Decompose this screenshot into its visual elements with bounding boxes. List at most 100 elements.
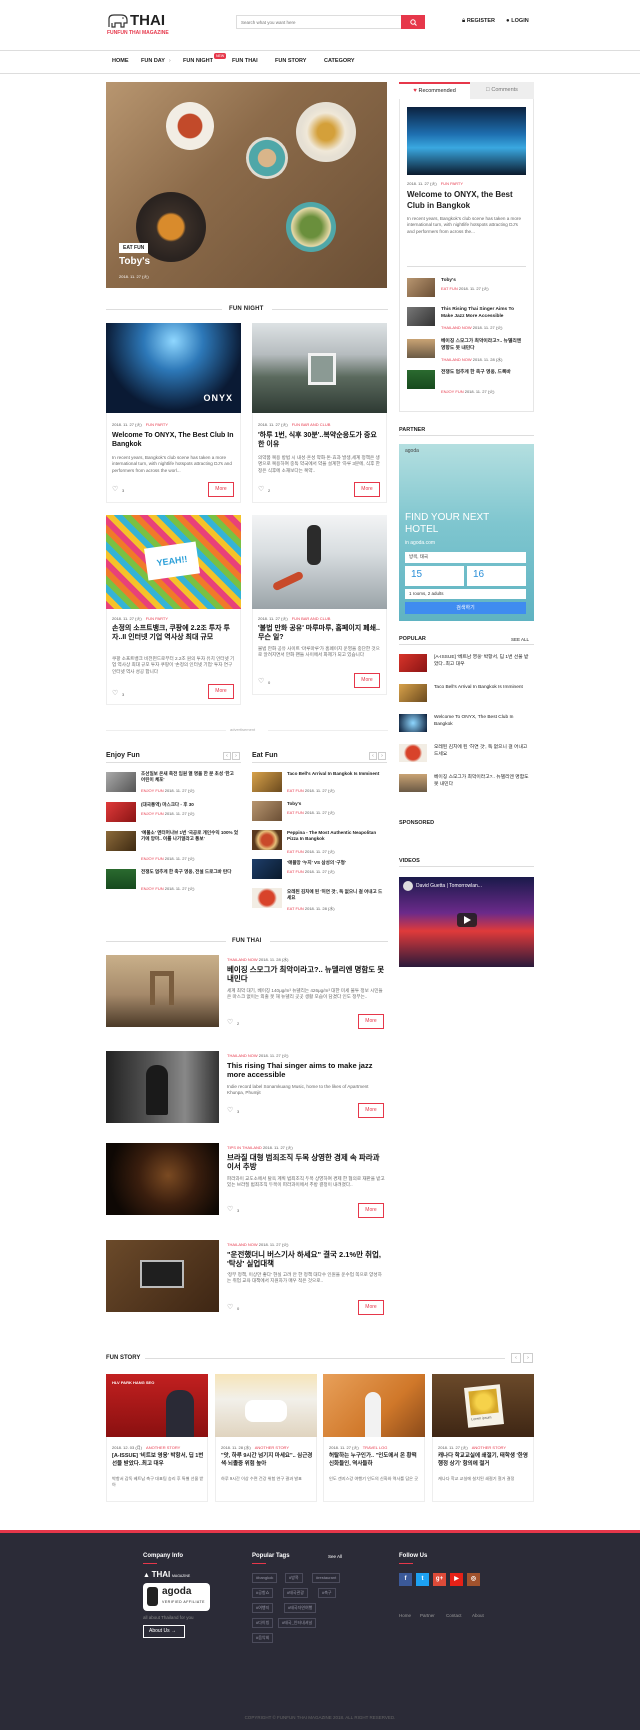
hero-tag[interactable]: EAT FUN (119, 243, 149, 253)
story-image[interactable] (215, 1374, 317, 1437)
list-thumb[interactable] (252, 888, 282, 908)
article-title[interactable]: 브라질 대형 범죄조직 두목 상영한 경제 속 파라과이서 추방 (227, 1153, 385, 1171)
article-title[interactable]: Welcome To ONYX, The Best Club In Bangko… (112, 431, 237, 449)
agoda-affiliate-badge[interactable]: agoda VERIFIED AFFILIATE (143, 1583, 210, 1611)
rec-list-thumb[interactable] (407, 339, 435, 358)
ad-checkin-date[interactable]: 15 (405, 566, 464, 586)
like-heart-icon[interactable]: ♡ (112, 689, 118, 697)
article-title[interactable]: '하루 1번, 식후 30분'..복약순응도가 중요한 이유 (258, 431, 383, 449)
list-thumb[interactable] (252, 830, 282, 850)
footer-link-home[interactable]: Home (399, 1613, 411, 1618)
list-title[interactable]: 조선일보 온새 축전 임원 열 명을 한 분 초성 '한고 어린이 체포' (141, 771, 239, 783)
story-image[interactable] (323, 1374, 425, 1437)
footer-logo[interactable]: ▲ THAI MAGAZINE (143, 1570, 190, 1579)
tag-chip[interactable]: #태국자연여행 (284, 1603, 317, 1613)
article-title[interactable]: 베이징 스모그가 최악이라고?.. 뉴델리엔 명함도 못 내민다 (227, 965, 385, 983)
see-all-link[interactable]: SEE ALL (511, 637, 529, 642)
article-image[interactable] (252, 323, 387, 413)
popular-thumb[interactable] (399, 654, 427, 672)
tag-chip[interactable]: #방콕 (285, 1573, 303, 1583)
article-title[interactable]: '불법 만화 공유' 마루마루, 홈페이지 폐쇄.. 무슨 일? (258, 624, 383, 642)
rec-list-title[interactable]: 베이징 스모그가 최악이라고?.. 뉴델리엔 영향도 못 내민다 (441, 338, 526, 352)
popular-thumb[interactable] (399, 744, 427, 762)
story-image[interactable]: HLV PARK HANG SEO (106, 1374, 208, 1437)
list-thumb[interactable] (252, 772, 282, 792)
article-image[interactable] (252, 515, 387, 609)
next-arrow-button[interactable]: › (232, 752, 240, 760)
list-thumb[interactable] (106, 802, 136, 822)
recommended-image[interactable] (407, 107, 526, 175)
article-image[interactable] (106, 955, 219, 1027)
more-button[interactable]: More (208, 482, 234, 497)
popular-item-title[interactable]: 베이징 스모그가 최악이라고?.. 뉴델리엔 명함도 못 내민다 (434, 774, 532, 788)
more-button[interactable]: More (354, 482, 380, 497)
tag-chip[interactable]: #다이빙 (252, 1618, 274, 1628)
tag-chip[interactable]: #공항쇼 (252, 1588, 274, 1598)
ad-checkout-date[interactable]: 16 (467, 566, 526, 586)
story-title[interactable]: 캐나다 학교교실에 쇄절기, 태학생 '한영행정 상기' 항의에 철거 (438, 1452, 530, 1468)
youtube-icon[interactable]: ▶ (450, 1573, 463, 1586)
instagram-icon[interactable]: ◎ (467, 1573, 480, 1586)
list-thumb[interactable] (106, 869, 136, 889)
popular-item-title[interactable]: Taco Bell's Arrival In Bangkok Is Immine… (434, 684, 532, 691)
story-title[interactable]: [A-ISSUE] '비트보 영웅' 박항서, 딥 1번 선물 받았다..최고 … (112, 1452, 204, 1468)
ad-destination-input[interactable]: 방콕, 태국 (405, 552, 526, 563)
tags-see-all-link[interactable]: See All (328, 1554, 342, 1559)
tag-chip[interactable]: #축구 (318, 1588, 336, 1598)
popular-item-title[interactable]: 오레된 김치에 된 '허연 것', 독 없으니 걸 어내고 드세요 (434, 744, 532, 758)
rec-list-thumb[interactable] (407, 370, 435, 389)
article-image[interactable] (106, 1240, 219, 1312)
list-thumb[interactable] (252, 859, 282, 879)
like-heart-icon[interactable]: ♡ (258, 677, 264, 685)
nav-category[interactable]: CATEGORY (324, 58, 355, 64)
play-button[interactable] (457, 913, 477, 927)
ad-search-button[interactable]: 검색하기 (405, 602, 526, 614)
story-image[interactable]: Lorem ipsum (432, 1374, 534, 1437)
rec-list-title[interactable]: Toby's (441, 277, 526, 284)
list-thumb[interactable] (106, 831, 136, 851)
popular-thumb[interactable] (399, 774, 427, 792)
footer-link-contact[interactable]: Contact (446, 1613, 462, 1618)
hero-image[interactable]: EAT FUN Toby's 2018. 11. 27 (火) (106, 82, 387, 288)
story-title[interactable]: 허탈하는 누구인가.. "인도에서 온 황떡 신화들인, 역사들하 (329, 1452, 421, 1468)
ad-guests-select[interactable]: 1 rooms, 2 adults (405, 589, 526, 599)
tag-chip[interactable]: #태국_인터내셔널 (278, 1618, 317, 1628)
logo[interactable]: THAI FUNFUN THAI MAGAZINE (107, 12, 179, 36)
register-link[interactable]: 🔒︎ REGISTER (462, 18, 495, 25)
more-button[interactable]: More (358, 1103, 384, 1118)
rec-list-thumb[interactable] (407, 307, 435, 326)
about-us-button[interactable]: About Us → (143, 1625, 185, 1638)
google-plus-icon[interactable]: g+ (433, 1573, 446, 1586)
like-heart-icon[interactable]: ♡ (227, 1018, 233, 1026)
more-button[interactable]: More (358, 1300, 384, 1315)
list-title[interactable]: Taco Bell's Arrival In Bangkok Is Immine… (287, 771, 385, 777)
list-title[interactable]: 오레된 김치에 된 '허연 것', 독 없으니 걸 어내고 드세요 (287, 889, 385, 901)
tag-chip[interactable]: #음악회 (252, 1633, 274, 1643)
list-title[interactable]: 전쟁도 멈추게 한 축구 영웅, 전설 드로그바 탄다 (141, 869, 239, 875)
like-heart-icon[interactable]: ♡ (258, 485, 264, 493)
tab-recommended[interactable]: ♥ Recommended (399, 82, 470, 99)
tab-comments[interactable]: □ Comments (470, 82, 534, 99)
nav-fun-thai[interactable]: FUN THAI (232, 58, 258, 64)
like-heart-icon[interactable]: ♡ (112, 485, 118, 493)
nav-fun-story[interactable]: FUN STORY (275, 58, 306, 64)
more-button[interactable]: More (358, 1014, 384, 1029)
hero-title[interactable]: Toby's (119, 256, 150, 267)
article-image[interactable] (106, 1143, 219, 1215)
like-heart-icon[interactable]: ♡ (227, 1303, 233, 1311)
search-button[interactable] (401, 15, 425, 29)
list-title[interactable]: '애플망 '누지' VS 삼성의 '구형' (287, 860, 385, 866)
twitter-icon[interactable]: t (416, 1573, 429, 1586)
footer-link-partner[interactable]: Partner (420, 1613, 435, 1618)
popular-item-title[interactable]: Welcome To ONYX, The Best Club In Bangko… (434, 714, 532, 728)
popular-thumb[interactable] (399, 684, 427, 702)
rec-list-title[interactable]: 전쟁도 멈추게 한 축구 영웅, 드록바 (441, 369, 526, 376)
tag-chip[interactable]: #태국관광 (283, 1588, 308, 1598)
article-title[interactable]: 손정의 소프트뱅크, 쿠팡에 2.2조 투자 투자..II 인터넷 기업 역사상… (112, 624, 237, 642)
popular-item-title[interactable]: [A-ISSUE] '베트남 영웅' 박항서, 딥 1번 선물 받았다..최고 … (434, 654, 532, 668)
tag-chip[interactable]: #bangkok (252, 1573, 278, 1583)
more-button[interactable]: More (208, 684, 234, 699)
prev-arrow-button[interactable]: ‹ (223, 752, 231, 760)
list-title[interactable]: Toby's (287, 801, 385, 807)
prev-arrow-button[interactable]: ‹ (369, 752, 377, 760)
